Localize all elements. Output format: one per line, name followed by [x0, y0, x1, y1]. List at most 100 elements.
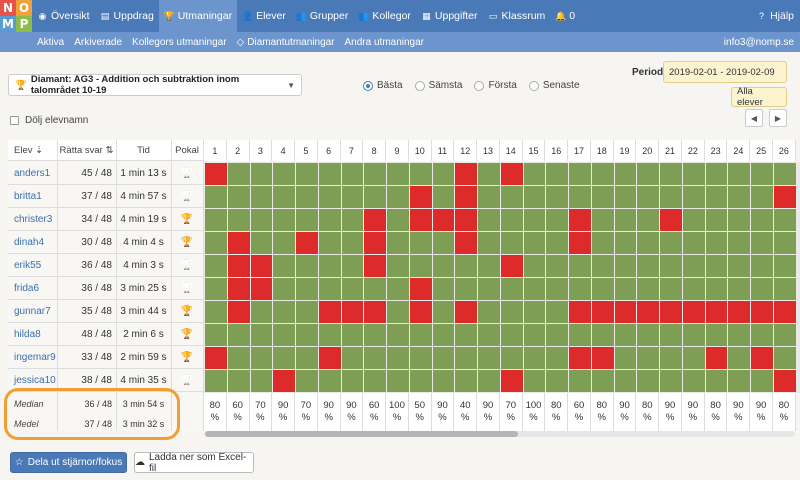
- answer-cell[interactable]: [591, 186, 614, 208]
- answer-cell[interactable]: [364, 255, 387, 277]
- students-select[interactable]: Alla elever: [731, 86, 787, 108]
- answer-cell[interactable]: [409, 186, 432, 208]
- answer-cell[interactable]: [774, 347, 796, 369]
- answer-cell[interactable]: [728, 255, 751, 277]
- answer-cell[interactable]: [523, 255, 546, 277]
- answer-cell[interactable]: [387, 347, 409, 369]
- answer-cell[interactable]: [523, 163, 546, 185]
- answer-cell[interactable]: [500, 347, 523, 369]
- answer-cell[interactable]: [523, 278, 546, 300]
- answer-cell[interactable]: [341, 163, 364, 185]
- nav-item-uppdrag[interactable]: ▤ Uppdrag: [95, 0, 159, 32]
- answer-cell[interactable]: [478, 347, 500, 369]
- answer-cell[interactable]: [364, 347, 387, 369]
- answer-cell[interactable]: [637, 163, 660, 185]
- answer-cell[interactable]: [660, 232, 682, 254]
- answer-cell[interactable]: [751, 301, 773, 323]
- period-select[interactable]: 2019-02-01 - 2019-02-09: [663, 61, 787, 83]
- answer-cell[interactable]: [296, 163, 318, 185]
- answer-cell[interactable]: [546, 163, 569, 185]
- subnav-item-3[interactable]: ◇ Diamantutmaningar: [232, 37, 340, 48]
- answer-cell[interactable]: [500, 209, 523, 231]
- answer-cell[interactable]: [478, 370, 500, 392]
- horizontal-scrollbar[interactable]: [205, 431, 795, 437]
- answer-cell[interactable]: [774, 186, 796, 208]
- answer-cell[interactable]: [409, 370, 432, 392]
- answer-cell[interactable]: [364, 278, 387, 300]
- answer-cell[interactable]: [273, 324, 296, 346]
- question-column-header[interactable]: 11: [431, 140, 455, 161]
- answer-cell[interactable]: [500, 232, 523, 254]
- answer-cell[interactable]: [660, 370, 682, 392]
- answer-cell[interactable]: [614, 186, 637, 208]
- answer-cell[interactable]: [455, 232, 478, 254]
- answer-cell[interactable]: [546, 209, 569, 231]
- question-column-header[interactable]: 26: [773, 140, 796, 161]
- answer-cell[interactable]: [728, 186, 751, 208]
- sort-by-student[interactable]: Elev ⇣: [8, 140, 57, 161]
- answer-cell[interactable]: [682, 347, 705, 369]
- answer-cell[interactable]: [455, 370, 478, 392]
- answer-cell[interactable]: [227, 163, 250, 185]
- answer-cell[interactable]: [569, 278, 591, 300]
- answer-cell[interactable]: [591, 347, 614, 369]
- answer-cell[interactable]: [546, 232, 569, 254]
- answer-cell[interactable]: [409, 324, 432, 346]
- answer-cell[interactable]: [409, 163, 432, 185]
- answer-cell[interactable]: [728, 347, 751, 369]
- question-column-header[interactable]: 15: [522, 140, 546, 161]
- answer-cell[interactable]: [705, 370, 728, 392]
- answer-cell[interactable]: [614, 347, 637, 369]
- user-email[interactable]: info3@nomp.se: [724, 32, 794, 52]
- answer-cell[interactable]: [341, 301, 364, 323]
- answer-cell[interactable]: [432, 186, 455, 208]
- answer-cell[interactable]: [500, 255, 523, 277]
- answer-cell[interactable]: [455, 186, 478, 208]
- answer-cell[interactable]: [774, 301, 796, 323]
- answer-cell[interactable]: [341, 255, 364, 277]
- answer-cell[interactable]: [387, 232, 409, 254]
- answer-cell[interactable]: [660, 186, 682, 208]
- radio-button[interactable]: [363, 80, 373, 91]
- answer-cell[interactable]: [660, 209, 682, 231]
- answer-cell[interactable]: [318, 278, 341, 300]
- answer-cell[interactable]: [478, 278, 500, 300]
- answer-cell[interactable]: [591, 301, 614, 323]
- answer-cell[interactable]: [751, 324, 773, 346]
- answer-cell[interactable]: [682, 301, 705, 323]
- answer-cell[interactable]: [751, 232, 773, 254]
- answer-cell[interactable]: [341, 232, 364, 254]
- answer-cell[interactable]: [205, 324, 227, 346]
- answer-cell[interactable]: [318, 232, 341, 254]
- answer-cell[interactable]: [364, 209, 387, 231]
- answer-cell[interactable]: [273, 347, 296, 369]
- radio-senaste[interactable]: Senaste: [528, 80, 580, 91]
- answer-cell[interactable]: [569, 255, 591, 277]
- answer-cell[interactable]: [705, 278, 728, 300]
- question-column-header[interactable]: 12: [454, 140, 478, 161]
- answer-cell[interactable]: [296, 347, 318, 369]
- answer-cell[interactable]: [478, 232, 500, 254]
- nav-item-kollegor[interactable]: 👥 Kollegor: [353, 0, 416, 32]
- scrollbar-thumb[interactable]: [205, 431, 518, 437]
- question-column-header[interactable]: 10: [408, 140, 432, 161]
- scroll-right-button[interactable]: ▶: [769, 109, 787, 127]
- student-name-link[interactable]: dinah4: [14, 231, 44, 254]
- answer-cell[interactable]: [227, 209, 250, 231]
- answer-cell[interactable]: [318, 301, 341, 323]
- answer-cell[interactable]: [364, 324, 387, 346]
- answer-cell[interactable]: [387, 370, 409, 392]
- answer-cell[interactable]: [250, 301, 273, 323]
- answer-cell[interactable]: [250, 163, 273, 185]
- answer-cell[interactable]: [205, 255, 227, 277]
- answer-cell[interactable]: [523, 186, 546, 208]
- answer-cell[interactable]: [273, 209, 296, 231]
- answer-cell[interactable]: [614, 370, 637, 392]
- question-column-header[interactable]: 7: [340, 140, 364, 161]
- question-column-header[interactable]: 1: [204, 140, 227, 161]
- answer-cell[interactable]: [728, 163, 751, 185]
- student-name-link[interactable]: gunnar7: [14, 300, 51, 323]
- answer-cell[interactable]: [591, 278, 614, 300]
- answer-cell[interactable]: [205, 347, 227, 369]
- answer-cell[interactable]: [660, 278, 682, 300]
